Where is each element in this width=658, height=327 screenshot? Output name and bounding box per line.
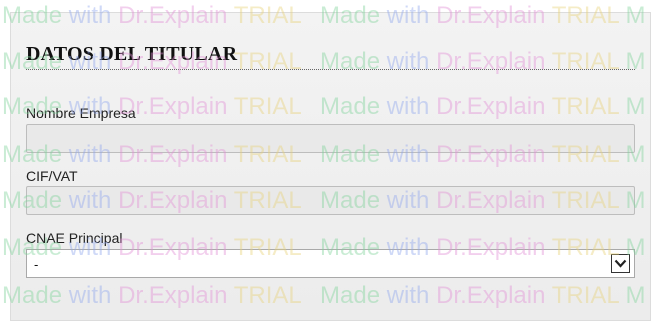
cnae-principal-select[interactable]: - bbox=[26, 249, 635, 278]
chevron-down-icon[interactable] bbox=[611, 254, 630, 273]
cnae-selected-value: - bbox=[34, 257, 39, 272]
nombre-empresa-label: Nombre Empresa bbox=[26, 105, 136, 121]
title-divider bbox=[26, 69, 635, 70]
cif-vat-field[interactable] bbox=[26, 186, 635, 215]
section-title: DATOS DEL TITULAR bbox=[26, 43, 238, 65]
titular-panel: DATOS DEL TITULAR Nombre Empresa CIF/VAT… bbox=[10, 12, 651, 321]
nombre-empresa-field[interactable] bbox=[26, 124, 635, 153]
cif-vat-label: CIF/VAT bbox=[26, 168, 78, 184]
cnae-principal-label: CNAE Principal bbox=[26, 230, 123, 246]
